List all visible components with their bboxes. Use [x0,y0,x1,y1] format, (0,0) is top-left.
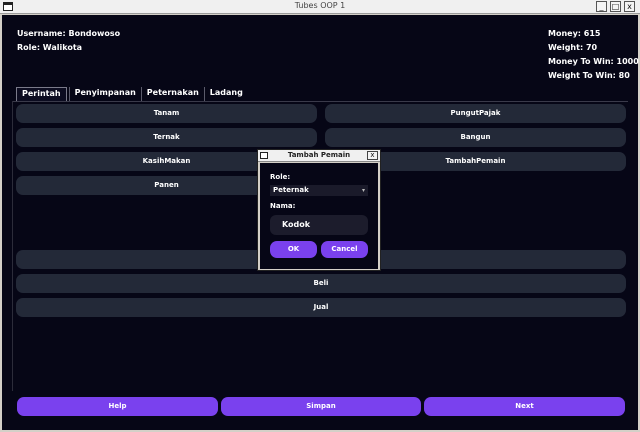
jual-button[interactable]: Jual [16,298,626,317]
weight-to-win-label: Weight To Win: 80 [548,71,630,80]
user-info: Username: Bondowoso Role: Walikota [17,27,120,55]
chevron-down-icon: ▾ [361,187,365,194]
role-select-value: Peternak [273,186,309,194]
dialog-body: Role: Peternak ▾ Nama: Kodok OK Cancel [260,163,378,269]
tab-penyimpanan[interactable]: Penyimpanan [68,87,141,101]
nama-field-label: Nama: [270,202,296,210]
minimize-button[interactable]: _ [596,1,607,12]
cancel-button[interactable]: Cancel [321,241,368,258]
ok-button[interactable]: OK [270,241,317,258]
tab-ladang[interactable]: Ladang [203,87,248,101]
role-field-label: Role: [270,173,291,181]
help-button[interactable]: Help [17,397,218,416]
panel-border [12,101,13,391]
weight-label: Weight: 70 [548,43,598,52]
simpan-button[interactable]: Simpan [221,397,421,416]
role-label: Role: Walikota [17,43,83,52]
bangun-button[interactable]: Bangun [325,128,626,147]
dialog-title-bar[interactable]: Tambah Pemain x [258,150,380,162]
maximize-button[interactable]: □ [610,1,621,12]
tambah-pemain-dialog: Tambah Pemain x Role: Peternak ▾ Nama: K… [257,149,381,271]
tab-perintah[interactable]: Perintah [16,87,67,101]
role-select[interactable]: Peternak ▾ [270,185,368,196]
next-button[interactable]: Next [424,397,625,416]
ternak-button[interactable]: Ternak [16,128,317,147]
window-title: Tubes OOP 1 [294,1,346,10]
pungut-pajak-button[interactable]: PungutPajak [325,104,626,123]
money-label: Money: 615 [548,29,601,38]
dialog-title: Tambah Pemain [287,151,351,159]
stats-panel: Money: 615 Weight: 70 Money To Win: 1000… [548,27,639,83]
close-button[interactable]: x [624,1,635,12]
tab-bar: Perintah Penyimpanan Peternakan Ladang [16,87,248,101]
title-bar[interactable]: Tubes OOP 1 _ □ x [0,0,640,14]
nama-input[interactable]: Kodok [270,215,368,235]
dialog-close-button[interactable]: x [367,151,378,160]
username-label: Username: Bondowoso [17,29,121,38]
tab-divider [12,101,628,102]
money-to-win-label: Money To Win: 1000 [548,57,639,66]
tab-peternakan[interactable]: Peternakan [140,87,204,101]
beli-button[interactable]: Beli [16,274,626,293]
tanam-button[interactable]: Tanam [16,104,317,123]
app-window: Tubes OOP 1 _ □ x Username: Bondowoso Ro… [0,0,640,432]
